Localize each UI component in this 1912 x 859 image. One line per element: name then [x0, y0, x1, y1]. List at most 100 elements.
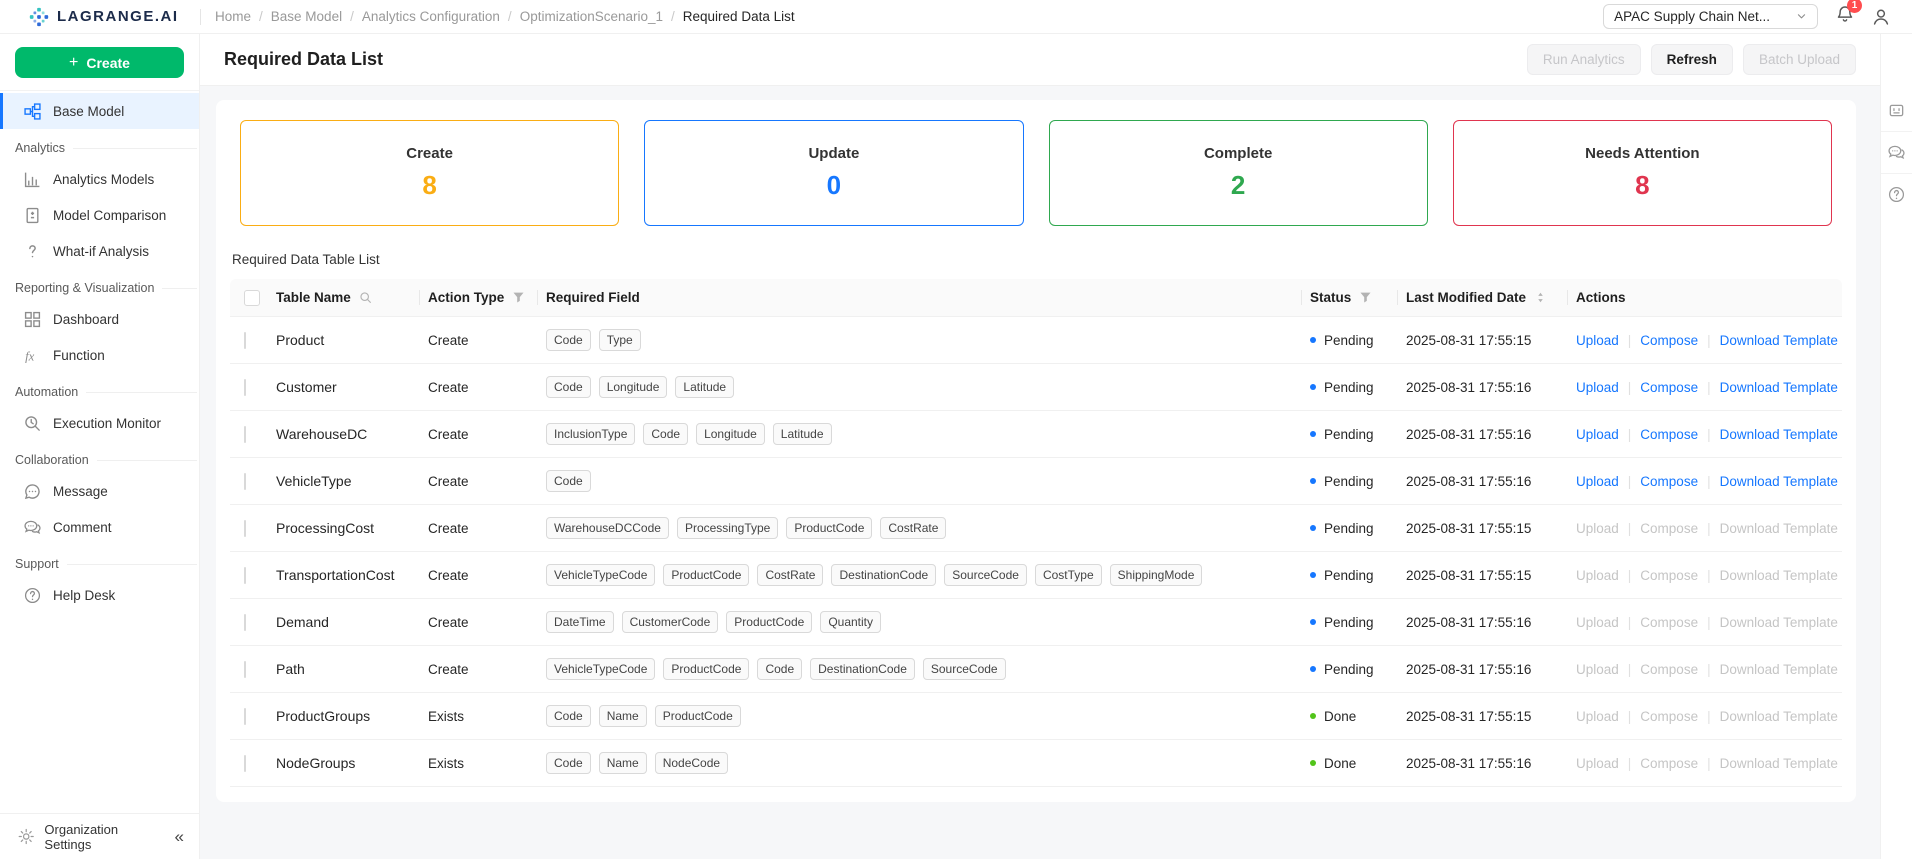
workspace-selector[interactable]: APAC Supply Chain Net... [1603, 4, 1818, 29]
cell-table-name: NodeGroups [276, 755, 428, 771]
table-row: NodeGroups Exists CodeNameNodeCode Done … [230, 740, 1842, 787]
field-tag: ShippingMode [1110, 564, 1203, 586]
help-icon [24, 587, 41, 604]
batch-upload-button[interactable]: Batch Upload [1743, 44, 1856, 75]
summary-card-create[interactable]: Create 8 [240, 120, 619, 226]
sidebar-item-base-model[interactable]: Base Model [0, 93, 199, 129]
breadcrumb-separator: / [350, 9, 354, 24]
sidebar-item-label: Execution Monitor [53, 416, 161, 431]
action-separator: | [1628, 474, 1632, 489]
breadcrumb-item-home[interactable]: Home [215, 9, 251, 24]
action-separator: | [1707, 380, 1711, 395]
logo-icon [28, 6, 50, 28]
sidebar-item-message[interactable]: Message [0, 473, 199, 509]
compose-link[interactable]: Compose [1640, 474, 1698, 489]
download-template-link[interactable]: Download Template [1720, 333, 1838, 348]
summary-card-complete[interactable]: Complete 2 [1049, 120, 1428, 226]
create-button[interactable]: + Create [15, 47, 184, 78]
sidebar-item-comment[interactable]: Comment [0, 509, 199, 545]
row-checkbox[interactable] [244, 379, 246, 396]
filter-icon[interactable] [1359, 291, 1372, 304]
assistant-bot-button[interactable] [1881, 90, 1912, 132]
table-row: WarehouseDC Create InclusionTypeCodeLong… [230, 411, 1842, 458]
field-tag: DestinationCode [831, 564, 936, 586]
row-checkbox[interactable] [244, 426, 246, 443]
gear-icon[interactable] [18, 828, 34, 845]
upload-link[interactable]: Upload [1576, 427, 1619, 442]
action-separator: | [1628, 427, 1632, 442]
cell-required-fields: DateTimeCustomerCodeProductCodeQuantity [546, 611, 1310, 633]
field-tag: ProductCode [786, 517, 872, 539]
cell-actions: Upload|Compose|Download Template [1576, 709, 1842, 724]
cell-actions: Upload|Compose|Download Template [1576, 427, 1842, 442]
help-button[interactable] [1881, 174, 1912, 215]
download-template-link[interactable]: Download Template [1720, 474, 1838, 489]
cell-status: Pending [1310, 568, 1406, 583]
cell-last-modified: 2025-08-31 17:55:16 [1406, 427, 1576, 442]
row-checkbox[interactable] [244, 661, 246, 678]
summary-card-update[interactable]: Update 0 [644, 120, 1023, 226]
sidebar-item-dashboard[interactable]: Dashboard [0, 301, 199, 337]
sidebar-item-model-comparison[interactable]: Model Comparison [0, 197, 199, 233]
sidebar-item-function[interactable]: Function [0, 337, 199, 373]
brand-logo[interactable]: LAGRANGE.AI [0, 6, 200, 28]
breadcrumb-item-analytics-configuration[interactable]: Analytics Configuration [362, 9, 500, 24]
feedback-chat-button[interactable] [1881, 132, 1912, 174]
refresh-button[interactable]: Refresh [1651, 44, 1733, 75]
collapse-sidebar-icon[interactable]: « [175, 828, 184, 845]
row-checkbox[interactable] [244, 708, 246, 725]
sorter-icon[interactable] [1534, 291, 1547, 304]
organization-settings-label[interactable]: Organization Settings [44, 822, 164, 852]
table-row: ProcessingCost Create WarehouseDCCodePro… [230, 505, 1842, 552]
download-template-link[interactable]: Download Template [1720, 427, 1838, 442]
upload-link[interactable]: Upload [1576, 474, 1619, 489]
cell-table-name: VehicleType [276, 473, 428, 489]
cell-status: Pending [1310, 333, 1406, 348]
row-checkbox[interactable] [244, 614, 246, 631]
cell-last-modified: 2025-08-31 17:55:16 [1406, 662, 1576, 677]
summary-card-needs-attention[interactable]: Needs Attention 8 [1453, 120, 1832, 226]
breadcrumb-item-required-data-list[interactable]: Required Data List [683, 9, 795, 24]
table-header-row: Table Name Action Type Required Field [230, 279, 1842, 317]
notifications-button[interactable]: 1 [1836, 5, 1854, 28]
summary-card-label: Create [406, 145, 453, 162]
sidebar-item-label: Model Comparison [53, 208, 166, 223]
breadcrumb-item-base-model[interactable]: Base Model [271, 9, 342, 24]
search-icon[interactable] [359, 291, 372, 304]
compose-link[interactable]: Compose [1640, 380, 1698, 395]
compose-link[interactable]: Compose [1640, 333, 1698, 348]
sidebar: + Create Base Model Analytics Analytics … [0, 34, 200, 859]
status-label: Pending [1324, 568, 1374, 583]
row-checkbox[interactable] [244, 332, 246, 349]
table-row: TransportationCost Create VehicleTypeCod… [230, 552, 1842, 599]
feedback-chat-icon [1888, 144, 1905, 161]
user-menu-button[interactable] [1872, 8, 1890, 26]
row-checkbox[interactable] [244, 473, 246, 490]
compose-link[interactable]: Compose [1640, 427, 1698, 442]
sidebar-item-analytics-models[interactable]: Analytics Models [0, 161, 199, 197]
breadcrumb-item-optimizationscenario-1[interactable]: OptimizationScenario_1 [520, 9, 663, 24]
page-content: Create 8 Update 0 Complete 2 Needs Atten… [200, 86, 1880, 859]
cell-actions: Upload|Compose|Download Template [1576, 521, 1842, 536]
row-checkbox[interactable] [244, 755, 246, 772]
sidebar-item-label: Dashboard [53, 312, 119, 327]
run-analytics-button[interactable]: Run Analytics [1527, 44, 1641, 75]
column-header-actions: Actions [1576, 290, 1626, 305]
download-template-link[interactable]: Download Template [1720, 380, 1838, 395]
sidebar-item-what-if-analysis[interactable]: What-if Analysis [0, 233, 199, 269]
create-area: + Create [0, 34, 199, 91]
monitor-icon [24, 415, 41, 432]
row-checkbox[interactable] [244, 567, 246, 584]
filter-icon[interactable] [512, 291, 525, 304]
sidebar-item-execution-monitor[interactable]: Execution Monitor [0, 405, 199, 441]
field-tag: Code [546, 329, 591, 351]
upload-link[interactable]: Upload [1576, 380, 1619, 395]
upload-link[interactable]: Upload [1576, 333, 1619, 348]
status-label: Pending [1324, 662, 1374, 677]
status-dot [1310, 760, 1316, 766]
sidebar-item-help-desk[interactable]: Help Desk [0, 577, 199, 613]
field-tag: ProductCode [663, 564, 749, 586]
row-checkbox[interactable] [244, 520, 246, 537]
field-tag: Latitude [773, 423, 832, 445]
select-all-checkbox[interactable] [244, 290, 260, 306]
